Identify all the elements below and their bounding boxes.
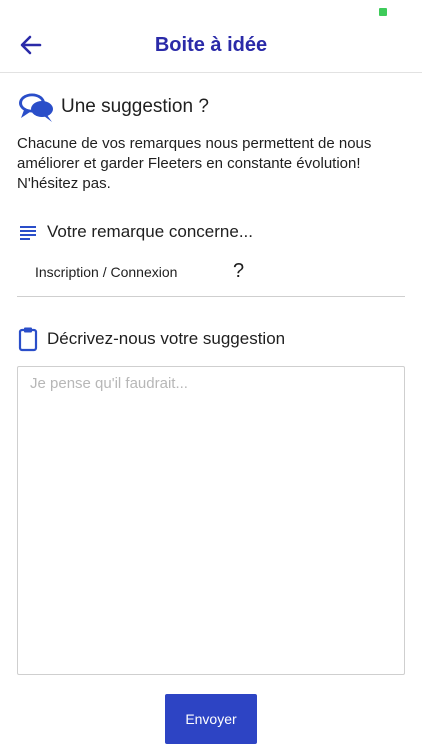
- remark-title: Votre remarque concerne...: [47, 222, 254, 241]
- remark-category-value: Inscription / Connexion: [35, 264, 178, 280]
- remark-category-select[interactable]: Inscription / Connexion ?: [17, 256, 405, 297]
- clipboard-icon: [18, 327, 38, 352]
- intro-text: Chacune de vos remarques nous permettent…: [17, 135, 372, 192]
- top-app-bar: Boite à idée: [0, 22, 422, 73]
- suggestion-title: Une suggestion ?: [61, 96, 209, 117]
- description-heading: Décrivez-nous votre suggestion: [17, 324, 285, 354]
- description-title: Décrivez-nous votre suggestion: [47, 329, 286, 348]
- list-lines-icon: [20, 226, 36, 240]
- suggestion-heading: Une suggestion ?: [17, 90, 209, 124]
- remark-heading: Votre remarque concerne...: [17, 218, 253, 246]
- suggestion-textarea[interactable]: [17, 366, 405, 675]
- page-title: Boite à idée: [154, 34, 268, 56]
- help-question-mark[interactable]: ?: [233, 260, 244, 283]
- chat-bubbles-icon: [19, 93, 53, 122]
- status-indicator: [379, 8, 387, 16]
- send-button[interactable]: Envoyer: [165, 694, 257, 744]
